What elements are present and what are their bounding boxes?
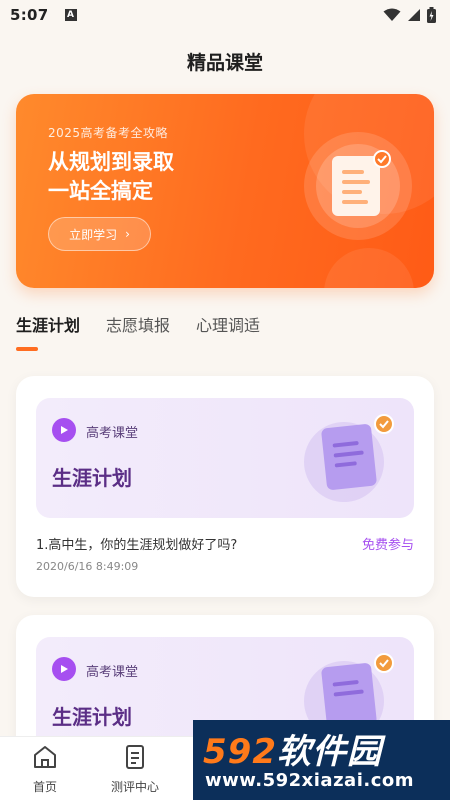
course-tag: 高考课堂 xyxy=(86,665,139,680)
page-title: 精品课堂 xyxy=(186,52,263,74)
document-check-illustration xyxy=(304,132,412,240)
tab-career-plan[interactable]: 生涯计划 xyxy=(16,312,80,336)
category-tabs: 生涯计划 志愿填报 心理调适 xyxy=(16,312,260,336)
course-timestamp: 2020/6/16 8:49:09 xyxy=(36,560,139,573)
wifi-icon xyxy=(383,8,401,21)
watermark-brand-text: 软件园 xyxy=(276,732,382,772)
course-title: 生涯计划 xyxy=(52,705,132,729)
chevron-right-icon: › xyxy=(125,227,130,241)
course-title: 生涯计划 xyxy=(52,466,132,490)
document-icon xyxy=(126,745,144,769)
course-description: 1.高中生，你的生涯规划做好了吗? xyxy=(36,538,238,553)
play-icon xyxy=(52,418,76,442)
status-time: 5:07 xyxy=(10,6,49,24)
battery-icon xyxy=(427,7,436,23)
banner-title-line1: 从规划到录取 xyxy=(48,150,174,174)
watermark-logo: 592软件园 www.592xiazai.com xyxy=(193,720,450,800)
nav-label: 首页 xyxy=(32,780,57,794)
nav-item-assessment[interactable]: 测评中心 xyxy=(100,743,170,795)
nav-label: 测评中心 xyxy=(110,780,159,794)
tab-mental-adjust[interactable]: 心理调适 xyxy=(196,312,260,336)
watermark-brand: 592软件园 xyxy=(203,724,382,773)
course-card-banner: 高考课堂 生涯计划 xyxy=(36,398,414,518)
banner-title: 从规划到录取 一站全搞定 xyxy=(48,148,174,206)
home-icon xyxy=(34,746,56,768)
join-free-link[interactable]: 免费参与 xyxy=(362,534,414,553)
banner-decoration xyxy=(324,248,414,288)
notification-icon: A xyxy=(64,9,77,21)
course-card[interactable]: 高考课堂 生涯计划 1.高中生，你的生涯规划做好了吗? 免费参与 2020/6/… xyxy=(16,376,434,597)
banner-subtitle: 2025高考备考全攻略 xyxy=(48,126,169,140)
play-icon xyxy=(52,657,76,681)
study-now-button[interactable]: 立即学习 › xyxy=(48,217,151,251)
nav-item-home[interactable]: 首页 xyxy=(10,743,80,795)
tab-volunteer-fill[interactable]: 志愿填报 xyxy=(106,312,170,336)
watermark-brand-number: 592 xyxy=(203,732,277,772)
study-now-label: 立即学习 xyxy=(69,227,118,242)
banner-title-line2: 一站全搞定 xyxy=(48,179,153,203)
watermark-url: www.592xiazai.com xyxy=(205,770,414,791)
status-bar: 5:07 A xyxy=(0,0,450,30)
signal-icon xyxy=(408,9,420,21)
active-tab-indicator xyxy=(16,347,38,351)
course-tag: 高考课堂 xyxy=(86,426,139,441)
document-check-icon xyxy=(304,414,394,502)
promo-banner[interactable]: 2025高考备考全攻略 从规划到录取 一站全搞定 立即学习 › xyxy=(16,94,434,288)
